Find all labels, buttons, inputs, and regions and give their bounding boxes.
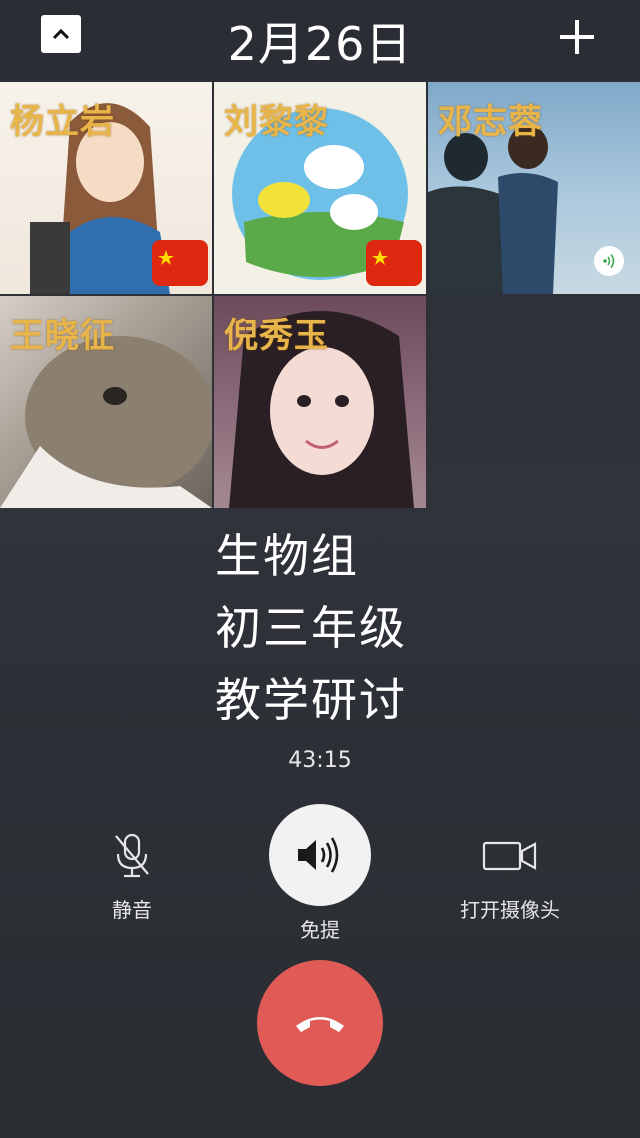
china-flag-icon: [366, 240, 422, 286]
participant-name: 杨立岩: [10, 102, 115, 142]
participant-tile[interactable]: 刘黎黎: [214, 82, 426, 294]
participant-name: 邓志蓉: [438, 102, 543, 142]
add-participant-button[interactable]: [554, 14, 600, 60]
participant-name: 王晓征: [10, 316, 115, 356]
topic-line: 教学研讨: [215, 673, 407, 727]
phone-hangup-icon: [296, 1017, 344, 1032]
speaker-icon: [298, 837, 339, 873]
plus-icon: [560, 20, 594, 54]
top-bar: 2月26日: [0, 0, 640, 82]
call-date: 2月26日: [227, 17, 413, 71]
camera-label: 打开摄像头: [460, 898, 560, 922]
speaker-button[interactable]: 免提: [269, 804, 371, 943]
participant-tile[interactable]: 杨立岩: [0, 82, 212, 294]
hangup-button[interactable]: [257, 960, 383, 1086]
topic-line: 初三年级: [215, 601, 407, 655]
meeting-topic: 生物组 初三年级 教学研讨: [215, 520, 407, 736]
participant-name: 刘黎黎: [224, 102, 329, 142]
mute-button[interactable]: 静音: [92, 826, 172, 923]
participant-name: 倪秀玉: [224, 316, 329, 356]
microphone-off-icon: [115, 833, 149, 878]
speaker-label: 免提: [300, 918, 340, 942]
call-duration: 43:15: [288, 748, 352, 773]
participant-tile[interactable]: 王晓征: [0, 296, 212, 508]
speaking-indicator-icon: [594, 246, 624, 276]
topic-line: 生物组: [215, 529, 359, 583]
mute-label: 静音: [112, 898, 152, 922]
participant-tile[interactable]: 邓志蓉: [428, 82, 640, 294]
participant-tile[interactable]: 倪秀玉: [214, 296, 426, 508]
camera-button[interactable]: 打开摄像头: [440, 826, 580, 923]
china-flag-icon: [152, 240, 208, 286]
video-camera-icon: [482, 841, 537, 871]
